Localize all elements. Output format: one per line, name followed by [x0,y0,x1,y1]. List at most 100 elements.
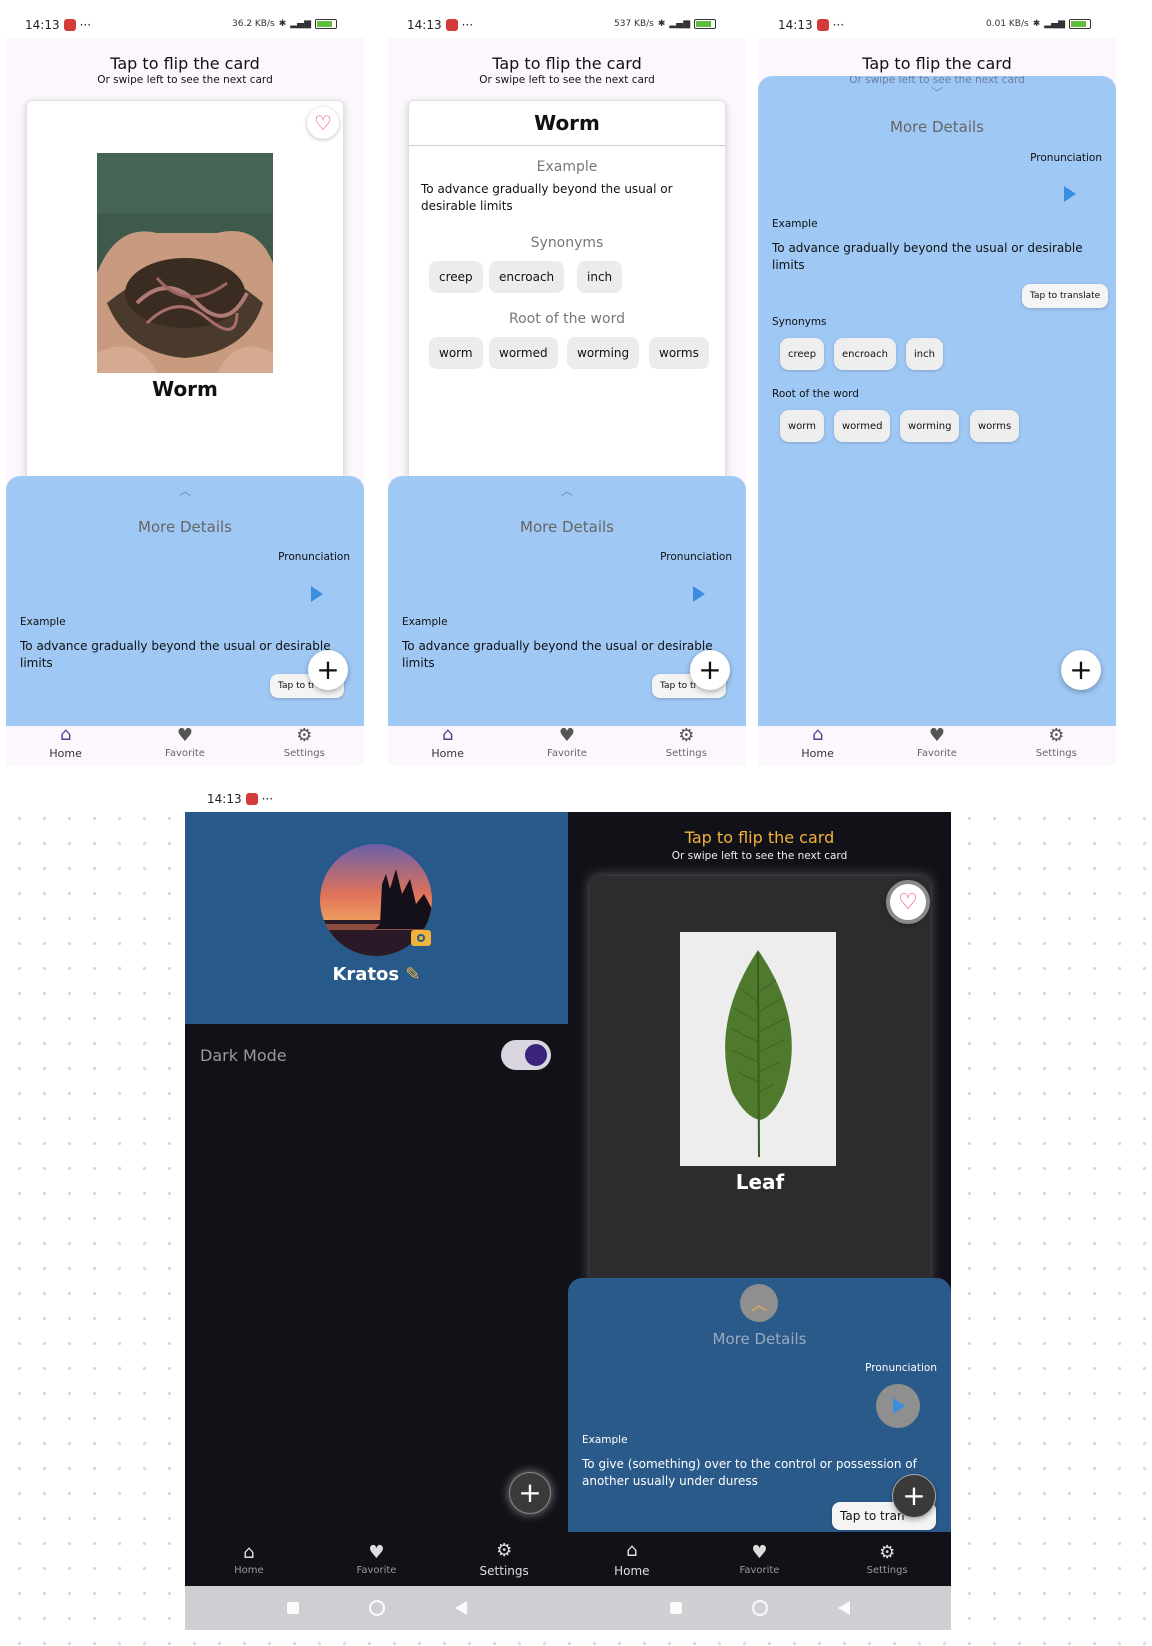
translate-button[interactable]: Tap to translate [1022,284,1109,308]
chevron-up-icon[interactable]: ︿ [388,482,746,499]
nav-favorite[interactable]: ♥ Favorite [336,1542,416,1577]
back-icon[interactable] [837,1601,850,1615]
add-button[interactable]: + [509,1472,551,1514]
play-icon[interactable] [311,586,323,602]
net-speed: 537 KB/s [614,19,654,29]
synonyms-title: Synonyms [530,235,604,251]
synonym-chip[interactable]: creep [780,338,825,370]
nav-favorite-label: Favorite [165,748,205,759]
heart-outline-icon: ♡ [314,111,332,135]
signal-icon: ▂▄▆ [1044,19,1066,29]
nav-favorite[interactable]: ♥ Favorite [527,725,607,760]
more-details-title: More Details [890,118,984,136]
play-icon[interactable] [1064,186,1076,202]
recents-icon[interactable] [669,1602,682,1614]
chevron-up-icon[interactable]: ︿ [6,482,364,499]
synonym-chip[interactable]: inch [577,261,623,293]
synonym-chip[interactable]: inch [906,338,943,370]
pencil-icon[interactable]: ✎ [405,964,420,985]
nav-settings[interactable]: ⚙ Settings [464,1540,544,1578]
nav-settings[interactable]: ⚙ Settings [264,724,344,760]
chevron-down-icon[interactable]: ﹀ [758,84,1116,101]
battery-icon [1069,19,1092,29]
root-chip[interactable]: wormed [489,337,558,369]
more-details-panel[interactable]: ︿ More Details Pronunciation Example To … [6,476,364,726]
nav-home[interactable]: ⌂ Home [592,1540,672,1578]
dark-mode-toggle[interactable] [501,1040,551,1070]
signal-icon: ▂▄▆ [669,19,691,29]
chevron-up-icon[interactable]: ︿ [740,1284,778,1322]
record-icon [245,793,258,805]
nav-home[interactable]: ⌂ Home [26,724,106,761]
time: 14:13 [25,18,60,32]
root-chip[interactable]: worms [970,410,1020,442]
camera-icon[interactable] [411,930,431,946]
nav-favorite-label: Favorite [547,748,587,759]
more-details-panel-dark[interactable]: ︿ More Details Pronunciation Example To … [568,1278,951,1532]
nav-favorite[interactable]: ♥ Favorite [145,724,225,760]
bottom-nav: ⌂ Home ♥ Favorite ⚙ Settings [185,1532,568,1586]
add-button[interactable]: + [690,650,730,690]
status-time: 14:13 ··· [207,792,273,806]
screen-details-expanded: Tap to flip the card Or swipe left to se… [758,38,1116,766]
system-nav-bar [568,1586,951,1630]
example-text: To advance gradually beyond the usual or… [402,639,713,670]
play-button[interactable] [876,1384,920,1428]
leaf-image [680,932,836,1166]
nav-home-label: Home [431,747,464,760]
root-chip[interactable]: worming [900,410,960,442]
home-system-icon[interactable] [751,1600,768,1616]
divider [409,145,725,146]
toggle-knob [525,1044,547,1066]
nav-home[interactable]: ⌂ Home [778,724,858,761]
nav-home[interactable]: ⌂ Home [408,724,488,761]
nav-home[interactable]: ⌂ Home [209,1542,289,1577]
nav-settings[interactable]: ⚙ Settings [847,1542,927,1577]
flashcard[interactable]: ♡ Worm [26,100,344,480]
synonym-chip[interactable]: encroach [489,261,565,293]
record-icon [63,19,76,31]
nav-settings[interactable]: ⚙ Settings [646,725,726,760]
add-button[interactable]: + [308,650,348,690]
synonym-chip[interactable]: creep [429,261,483,293]
example-title: Example [536,159,598,175]
plus-icon: + [698,653,722,686]
add-button[interactable]: + [892,1474,936,1518]
favorite-button[interactable]: ♡ [886,880,930,924]
add-button[interactable]: + [1061,650,1101,690]
header-title: Tap to flip the card [684,828,835,847]
more-details-panel[interactable]: ︿ More Details Pronunciation Example To … [388,476,746,726]
synonym-chip[interactable]: encroach [834,338,896,370]
more-details-panel-expanded[interactable]: Or swipe left to see the next card ﹀ Mor… [758,76,1116,726]
worm-image [97,153,273,373]
net-speed: 0.01 KB/s [986,19,1029,29]
flashcard-back[interactable]: Worm Example To advance gradually beyond… [408,100,726,480]
nav-settings-label: Settings [479,1563,529,1578]
root-label: Root of the word [772,388,859,400]
time: 14:13 [778,18,813,32]
favorite-button[interactable]: ♡ [307,107,339,139]
root-chip[interactable]: worm [780,410,824,442]
gear-icon: ⚙ [296,724,313,746]
heart-icon: ♥ [176,724,194,746]
bottom-nav: ⌂ Home ♥ Favorite ⚙ Settings [6,718,364,766]
recents-icon[interactable] [286,1602,299,1614]
gear-icon: ⚙ [496,1540,513,1561]
root-chip[interactable]: wormed [834,410,891,442]
play-icon[interactable] [693,586,705,602]
root-chip[interactable]: worm [429,337,483,369]
header-title: Tap to flip the card [110,54,260,73]
flashcard-dark[interactable]: ♡ Leaf [590,876,930,1286]
nav-settings[interactable]: ⚙ Settings [1016,725,1096,760]
nav-favorite[interactable]: ♥ Favorite [719,1542,799,1577]
nav-favorite-label: Favorite [917,748,957,759]
nav-favorite[interactable]: ♥ Favorite [897,725,977,760]
home-system-icon[interactable] [368,1600,385,1616]
status-time: 14:13 ··· [778,18,844,32]
status-dots: ··· [832,18,845,32]
root-chip[interactable]: worming [567,337,640,369]
root-chip[interactable]: worms [649,337,709,369]
card-word: Leaf [735,1170,785,1194]
back-icon[interactable] [454,1601,467,1615]
status-dots: ··· [79,18,92,32]
